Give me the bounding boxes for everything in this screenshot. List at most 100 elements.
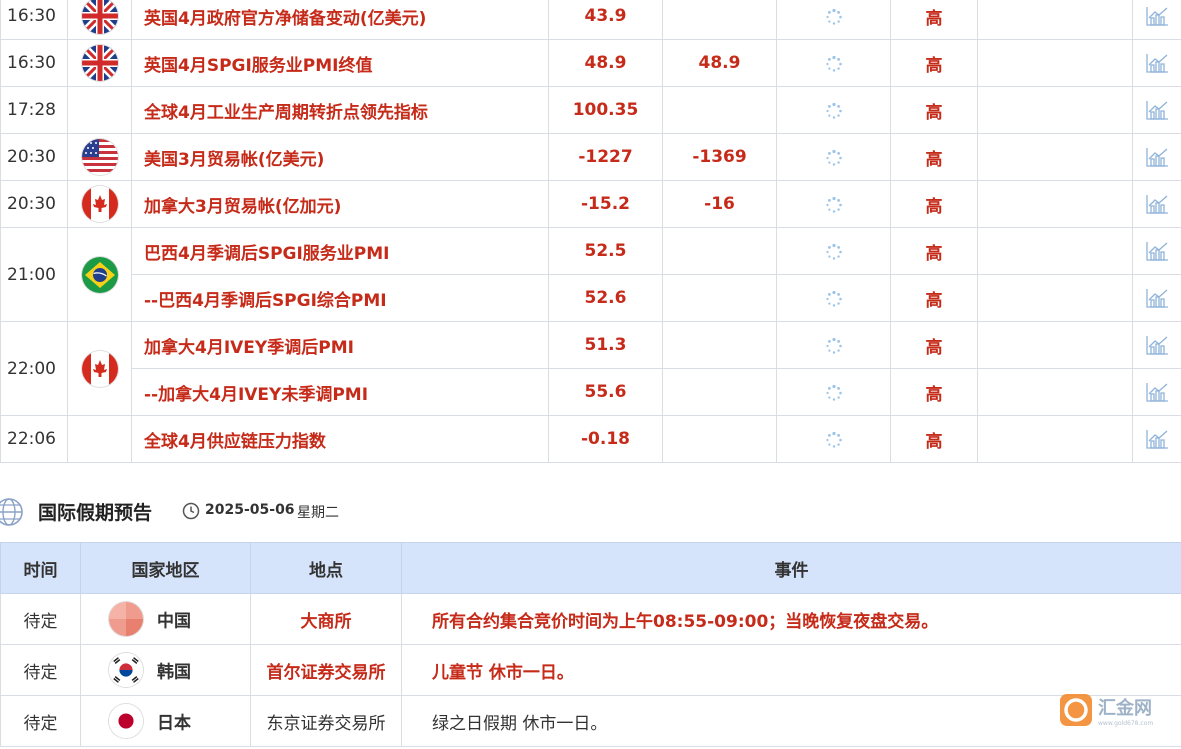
event-name-link[interactable]: 加拿大4月IVEY季调后PMI bbox=[131, 321, 549, 369]
chart-icon[interactable] bbox=[1145, 287, 1169, 309]
chart-cell[interactable] bbox=[1132, 86, 1181, 134]
chart-icon[interactable] bbox=[1145, 146, 1169, 168]
chart-cell[interactable] bbox=[1132, 133, 1181, 181]
actual-value-cell bbox=[776, 274, 891, 322]
event-time: 16:30 bbox=[0, 39, 68, 87]
event-time: 17:28 bbox=[0, 86, 68, 134]
holiday-event: 所有合约集合竞价时间为上午08:55-09:00；当晚恢复夜盘交易。 bbox=[401, 593, 1181, 645]
previous-value: 52.6 bbox=[548, 274, 663, 322]
holiday-country-name: 中国 bbox=[157, 611, 191, 632]
loading-spinner-icon bbox=[825, 8, 843, 26]
chart-cell[interactable] bbox=[1132, 227, 1181, 275]
holiday-place: 大商所 bbox=[250, 593, 402, 645]
event-name-link[interactable]: 美国3月贸易帐(亿美元) bbox=[131, 133, 549, 181]
actual-value-cell bbox=[776, 415, 891, 463]
brazil-flag-icon bbox=[81, 256, 118, 293]
holiday-time: 待定 bbox=[0, 695, 81, 747]
forecast-value bbox=[662, 86, 777, 134]
forecast-value: -1369 bbox=[662, 133, 777, 181]
previous-value: 52.5 bbox=[548, 227, 663, 275]
calendar-row: 17:28 全球4月工业生产周期转折点领先指标 100.35 高 bbox=[0, 86, 1181, 134]
korea-flag-icon bbox=[109, 653, 143, 687]
holiday-section-header: 国际假期预告 2025-05-06 星期二 bbox=[0, 492, 1181, 530]
clock-icon bbox=[182, 502, 200, 520]
us-flag-icon bbox=[81, 139, 118, 175]
actual-value-cell bbox=[776, 180, 891, 228]
watermark-text: 汇金网 bbox=[1098, 697, 1152, 719]
chart-icon[interactable] bbox=[1145, 193, 1169, 215]
holiday-time: 待定 bbox=[0, 593, 81, 645]
previous-value: -15.2 bbox=[548, 180, 663, 228]
previous-value: 55.6 bbox=[548, 368, 663, 416]
calendar-row: --加拿大4月IVEY未季调PMI 55.6 高 bbox=[1, 368, 1181, 416]
country-flag-cell bbox=[67, 321, 132, 416]
watermark-subtext: www.gold678.com bbox=[1098, 720, 1153, 727]
event-name-link[interactable]: 加拿大3月贸易帐(亿加元) bbox=[131, 180, 549, 228]
event-time: 16:30 bbox=[0, 0, 68, 40]
event-name-link[interactable]: 全球4月供应链压力指数 bbox=[131, 415, 549, 463]
event-time: 22:06 bbox=[0, 415, 68, 463]
holiday-place: 首尔证券交易所 bbox=[250, 644, 402, 696]
forecast-value bbox=[662, 415, 777, 463]
importance-level: 高 bbox=[890, 180, 978, 228]
canada-flag-icon bbox=[81, 350, 118, 387]
impact-cell bbox=[977, 133, 1133, 181]
event-name-link[interactable]: 全球4月工业生产周期转折点领先指标 bbox=[131, 86, 549, 134]
importance-level: 高 bbox=[890, 368, 978, 416]
chart-icon[interactable] bbox=[1145, 99, 1169, 121]
event-time: 22:00 bbox=[0, 321, 68, 416]
chart-cell[interactable] bbox=[1132, 321, 1181, 369]
chart-cell[interactable] bbox=[1132, 0, 1181, 40]
country-flag-cell bbox=[67, 180, 132, 228]
chart-cell[interactable] bbox=[1132, 180, 1181, 228]
chart-cell[interactable] bbox=[1132, 39, 1181, 87]
actual-value-cell bbox=[776, 321, 891, 369]
event-time: 20:30 bbox=[0, 180, 68, 228]
actual-value-cell bbox=[776, 227, 891, 275]
previous-value: -0.18 bbox=[548, 415, 663, 463]
event-name-link[interactable]: --加拿大4月IVEY未季调PMI bbox=[131, 368, 549, 416]
globe-icon bbox=[0, 498, 23, 526]
event-time: 21:00 bbox=[0, 227, 68, 322]
event-name-link[interactable]: --巴西4月季调后SPGI综合PMI bbox=[131, 274, 549, 322]
chart-icon[interactable] bbox=[1145, 240, 1169, 262]
calendar-row: --巴西4月季调后SPGI综合PMI 52.6 高 bbox=[1, 274, 1181, 322]
calendar-row: 16:30 英国4月政府官方净储备变动(亿美元) 43.9 高 bbox=[0, 0, 1181, 40]
column-header-country: 国家地区 bbox=[80, 542, 251, 594]
loading-spinner-icon bbox=[825, 290, 843, 308]
column-header-place: 地点 bbox=[250, 542, 402, 594]
chart-cell[interactable] bbox=[1132, 274, 1181, 322]
impact-cell bbox=[977, 39, 1133, 87]
chart-icon[interactable] bbox=[1145, 428, 1169, 450]
forecast-value bbox=[662, 0, 777, 40]
chart-icon[interactable] bbox=[1145, 52, 1169, 74]
impact-cell bbox=[977, 0, 1133, 40]
uk-flag-icon bbox=[81, 0, 118, 34]
holiday-weekday: 星期二 bbox=[297, 505, 339, 521]
chart-icon[interactable] bbox=[1145, 381, 1169, 403]
chart-icon[interactable] bbox=[1145, 334, 1169, 356]
forecast-value bbox=[662, 368, 777, 416]
calendar-row: 22:06 全球4月供应链压力指数 -0.18 高 bbox=[0, 415, 1181, 463]
impact-cell bbox=[977, 415, 1133, 463]
importance-level: 高 bbox=[890, 86, 978, 134]
chart-cell[interactable] bbox=[1132, 368, 1181, 416]
previous-value: 48.9 bbox=[548, 39, 663, 87]
event-name-link[interactable]: 英国4月政府官方净储备变动(亿美元) bbox=[131, 0, 549, 40]
event-name-link[interactable]: 英国4月SPGI服务业PMI终值 bbox=[131, 39, 549, 87]
importance-level: 高 bbox=[890, 321, 978, 369]
actual-value-cell bbox=[776, 0, 891, 40]
country-flag-cell bbox=[67, 415, 132, 463]
holiday-section-title: 国际假期预告 bbox=[38, 502, 153, 524]
calendar-row: 20:30 加拿大3月贸易帐(亿加元) -15.2 -16 高 bbox=[0, 180, 1181, 228]
chart-cell[interactable] bbox=[1132, 415, 1181, 463]
actual-value-cell bbox=[776, 86, 891, 134]
importance-level: 高 bbox=[890, 133, 978, 181]
importance-level: 高 bbox=[890, 0, 978, 40]
forecast-value: 48.9 bbox=[662, 39, 777, 87]
chart-icon[interactable] bbox=[1145, 5, 1169, 27]
event-time: 20:30 bbox=[0, 133, 68, 181]
holiday-time: 待定 bbox=[0, 644, 81, 696]
event-name-link[interactable]: 巴西4月季调后SPGI服务业PMI bbox=[131, 227, 549, 275]
huijin-watermark-logo: 汇金网 www.gold678.com bbox=[1060, 694, 1153, 727]
